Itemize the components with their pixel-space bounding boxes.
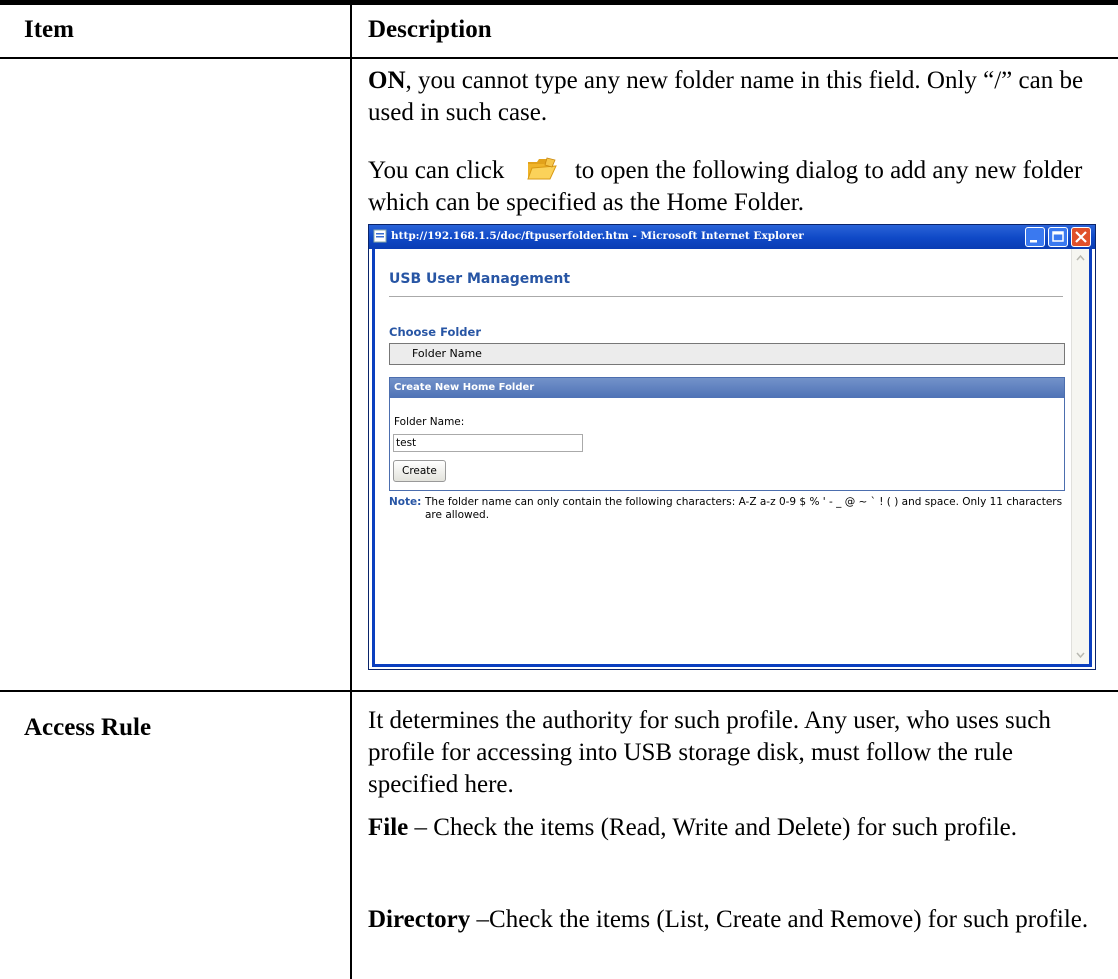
minimize-icon (1030, 240, 1037, 243)
header-description: Description (368, 16, 492, 43)
folder-name-column: Folder Name (412, 347, 482, 360)
note-text: The folder name can only contain the fol… (425, 496, 1063, 521)
minimize-button[interactable] (1025, 227, 1045, 247)
close-icon (1075, 231, 1087, 243)
header-bottom-border (0, 57, 1118, 59)
folder-name-input[interactable]: test (393, 434, 583, 452)
panel-title: Create New Home Folder (394, 382, 535, 393)
document-page: Item Description ON, you cannot type any… (0, 0, 1118, 979)
note: Note: The folder name can only contain t… (389, 496, 1065, 521)
file-rule: File – Check the items (Read, Write and … (368, 812, 1090, 844)
file-rule-text: – Check the items (Read, Write and Delet… (408, 814, 1018, 841)
create-button[interactable]: Create (393, 460, 446, 482)
row1-paragraph-2-start: You can click (368, 157, 505, 184)
maximize-icon (1052, 231, 1064, 242)
access-rule-label: Access Rule (24, 714, 152, 741)
header-item: Item (24, 16, 74, 43)
row1-paragraph-2: You can click to open the following dial… (368, 155, 1090, 219)
scroll-down-icon[interactable] (1072, 648, 1089, 662)
directory-keyword: Directory (368, 906, 471, 933)
directory-rule-text: –Check the items (List, Create and Remov… (470, 906, 1089, 933)
window-title-bar: http://192.168.1.5/doc/ftpuserfolder.htm… (369, 225, 1095, 249)
row1-paragraph-1-text: , you cannot type any new folder name in… (368, 67, 1084, 126)
maximize-button[interactable] (1048, 227, 1068, 247)
note-label: Note: (389, 496, 422, 508)
page-title: USB User Management (389, 271, 571, 287)
title-divider (389, 296, 1063, 297)
open-folder-icon (525, 156, 559, 182)
directory-rule: Directory –Check the items (List, Create… (368, 904, 1090, 936)
panel-header: Create New Home Folder (390, 378, 1064, 398)
column-divider (350, 5, 352, 979)
folder-list-header: Folder Name (389, 343, 1065, 365)
vertical-scrollbar[interactable] (1071, 249, 1089, 664)
folder-name-label: Folder Name: (394, 416, 465, 428)
close-button[interactable] (1071, 227, 1091, 247)
row1-paragraph-1: ON, you cannot type any new folder name … (368, 65, 1090, 129)
on-keyword: ON (368, 67, 406, 94)
table-top-border (0, 0, 1118, 5)
scroll-up-icon[interactable] (1072, 251, 1089, 265)
window-title: http://192.168.1.5/doc/ftpuserfolder.htm… (391, 230, 804, 242)
file-keyword: File (368, 814, 409, 841)
ie-page-icon (373, 229, 387, 243)
ie-dialog-window: http://192.168.1.5/doc/ftpuserfolder.htm… (368, 224, 1096, 670)
choose-folder-heading: Choose Folder (389, 325, 482, 339)
access-rule-description: It determines the authority for such pro… (368, 707, 1051, 798)
browser-content: USB User Management Choose Folder Folder… (372, 249, 1092, 667)
create-folder-panel: Create New Home Folder Folder Name: test… (389, 377, 1065, 491)
row-divider (0, 690, 1118, 692)
